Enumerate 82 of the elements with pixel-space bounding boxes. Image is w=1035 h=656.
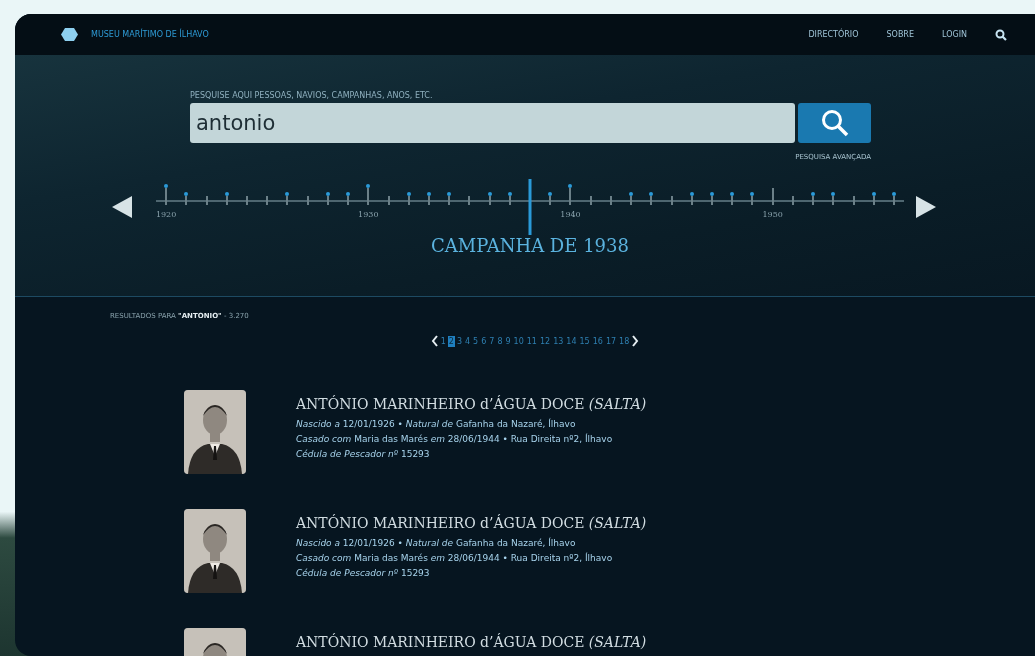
page-link[interactable]: 2 <box>447 335 455 347</box>
timeline-tick[interactable] <box>184 192 189 205</box>
logo-icon[interactable] <box>61 27 78 42</box>
person-name[interactable]: ANTÓNIO MARINHEIRO d’ÁGUA DOCE (SALTA) <box>296 396 647 412</box>
timeline-tick[interactable] <box>852 196 855 205</box>
timeline-tick[interactable] <box>771 188 774 205</box>
page-link[interactable]: 5 <box>472 335 480 347</box>
timeline-tick[interactable] <box>266 196 269 205</box>
page-link[interactable]: 3 <box>455 335 463 347</box>
timeline-tick[interactable] <box>730 192 735 205</box>
search-field[interactable]: antonio <box>190 103 795 143</box>
nav-link[interactable]: SOBRE <box>886 30 914 39</box>
timeline-tick[interactable] <box>589 196 592 205</box>
nav-link[interactable]: LOGIN <box>942 30 967 39</box>
page-link[interactable]: 18 <box>618 335 631 347</box>
previous-page-icon[interactable] <box>430 335 439 347</box>
page-link[interactable]: 6 <box>480 335 488 347</box>
person-detail: Nascido a 12/01/1926 • Natural de Gafanha da Nazaré, Ílhavo <box>296 417 577 431</box>
timeline-tick[interactable] <box>871 192 876 205</box>
site-title[interactable]: MUSEU MARÍTIMO DE ÍLHAVO <box>91 30 781 39</box>
timeline-tick[interactable] <box>710 192 714 205</box>
timeline-tick[interactable] <box>346 192 351 205</box>
page-link[interactable]: 1 <box>439 335 447 347</box>
year-label: 1950 <box>762 210 783 219</box>
person-name[interactable]: ANTÓNIO MARINHEIRO d’ÁGUA DOCE (SALTA) <box>296 634 647 650</box>
page-link[interactable]: 7 <box>488 335 496 347</box>
search-label: PESQUISE AQUI PESSOAS, NAVIOS, CAMPANHAS, ANOS, ETC. <box>190 91 434 100</box>
timeline-tick[interactable] <box>609 196 612 205</box>
search-icon <box>819 108 850 138</box>
timeline-tick[interactable] <box>426 192 431 205</box>
page-link[interactable]: 15 <box>578 335 591 347</box>
timeline-tick[interactable] <box>750 192 755 205</box>
page-link[interactable]: 4 <box>464 335 472 347</box>
timeline-tick[interactable] <box>447 192 452 205</box>
page-link[interactable]: 17 <box>604 335 618 347</box>
timeline-tick[interactable] <box>205 196 208 205</box>
nav-link[interactable]: DIRECTÓRIO <box>808 30 859 39</box>
page-link[interactable]: 9 <box>504 335 512 347</box>
page-link[interactable]: 10 <box>512 335 525 347</box>
timeline-tick[interactable] <box>689 192 694 205</box>
timeline-tick[interactable] <box>164 184 169 205</box>
timeline-tick[interactable] <box>568 184 573 205</box>
page-link[interactable]: 8 <box>496 335 504 347</box>
search-icon[interactable] <box>995 28 1007 41</box>
timeline-tick[interactable] <box>892 192 896 205</box>
search-button[interactable] <box>798 103 871 143</box>
timeline-tick[interactable] <box>831 192 836 205</box>
timeline-tick[interactable] <box>487 192 492 205</box>
person-detail: Cédula de Pescador nº 15293 <box>296 448 431 461</box>
timeline-tick[interactable] <box>507 192 512 205</box>
timeline-tick[interactable] <box>406 192 411 205</box>
timeline-tick[interactable] <box>224 192 229 205</box>
timeline-tick[interactable] <box>387 196 390 205</box>
page-link[interactable]: 16 <box>591 335 604 347</box>
page-link[interactable]: 11 <box>525 335 538 347</box>
previous-arrow-icon[interactable] <box>112 196 132 218</box>
timeline-tick[interactable] <box>670 196 673 205</box>
person-detail: Casado com Maria das Marés em 28/06/1944 • Rua Direita nº2, Ílhavo <box>296 432 614 446</box>
person-detail: Nascido a 12/01/1926 • Natural de Gafanha da Nazaré, Ílhavo <box>296 536 577 550</box>
timeline-tick[interactable] <box>285 192 290 205</box>
year-label: 1940 <box>560 210 581 219</box>
page-link[interactable]: 13 <box>552 335 565 347</box>
page-link[interactable]: 12 <box>538 335 552 347</box>
next-arrow-icon[interactable] <box>916 196 936 218</box>
person-name[interactable]: ANTÓNIO MARINHEIRO d’ÁGUA DOCE (SALTA) <box>296 515 647 531</box>
timeline-tick[interactable] <box>811 192 816 205</box>
timeline-tick[interactable] <box>366 184 371 205</box>
year-label: 1930 <box>358 210 379 219</box>
page-link[interactable]: 14 <box>565 335 578 347</box>
timeline-marker[interactable] <box>528 179 532 235</box>
timeline-tick[interactable] <box>306 196 309 205</box>
person-detail: Cédula de Pescador nº 15293 <box>296 567 431 580</box>
timeline-tick[interactable] <box>791 196 794 205</box>
timeline-tick[interactable] <box>649 192 654 205</box>
next-page-icon[interactable] <box>631 335 640 347</box>
year-label: 1920 <box>155 210 177 219</box>
campaign-title: CAMPANHA DE 1938 <box>431 235 629 256</box>
timeline-tick[interactable] <box>548 192 553 205</box>
timeline-tick[interactable] <box>468 196 471 205</box>
person-detail: Casado com Maria das Marés em 28/06/1944 • Rua Direita nº2, Ílhavo <box>296 551 614 565</box>
timeline-tick[interactable] <box>629 192 634 205</box>
timeline-tick[interactable] <box>325 192 330 205</box>
